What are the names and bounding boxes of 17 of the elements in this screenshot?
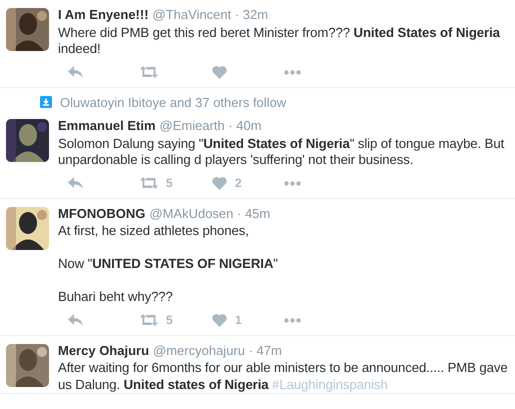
user-handle: @mercyohajuru · 47m bbox=[153, 342, 282, 360]
like-count: 1 bbox=[235, 312, 242, 329]
user-name[interactable]: Mercy Ohajuru bbox=[58, 340, 150, 360]
user-handle: @MAkUdosen · 45m bbox=[149, 204, 270, 222]
context-text: Oluwatoyin Ibitoye and 37 others follow bbox=[60, 94, 286, 112]
user-handle: @ThaVincent · 32m bbox=[152, 6, 268, 24]
tweet-text: Solomon Dalung saying "United States of Nigeria" slip of tongue maybe. But unpardonable is calling d players 'suffering' not their business. bbox=[58, 136, 506, 168]
user-handle: @Emiearth · 40m bbox=[160, 117, 262, 135]
tweet-text: Where did PMB get this red beret Minister from??? United States of Nigeria indeed! bbox=[58, 24, 501, 58]
tweet-text: At first, he sized athletes phones, Now "UNITED STATES OF NIGERIA" Buhari beht why??? bbox=[58, 223, 279, 306]
user-name[interactable]: I Am Enyene!!! bbox=[58, 5, 149, 24]
user-name[interactable]: MFONOBONG bbox=[58, 204, 146, 223]
like-count: 2 bbox=[235, 175, 242, 192]
tweet-text: After waiting for 6months for our able ministers to be announced..... PMB gave us Dalung. United states of Nigeria #Laughinginspanish bbox=[58, 360, 509, 393]
user-name[interactable]: Emmanuel Etim bbox=[58, 116, 156, 136]
retweet-count: 5 bbox=[166, 175, 173, 192]
retweet-count: 5 bbox=[166, 312, 173, 329]
